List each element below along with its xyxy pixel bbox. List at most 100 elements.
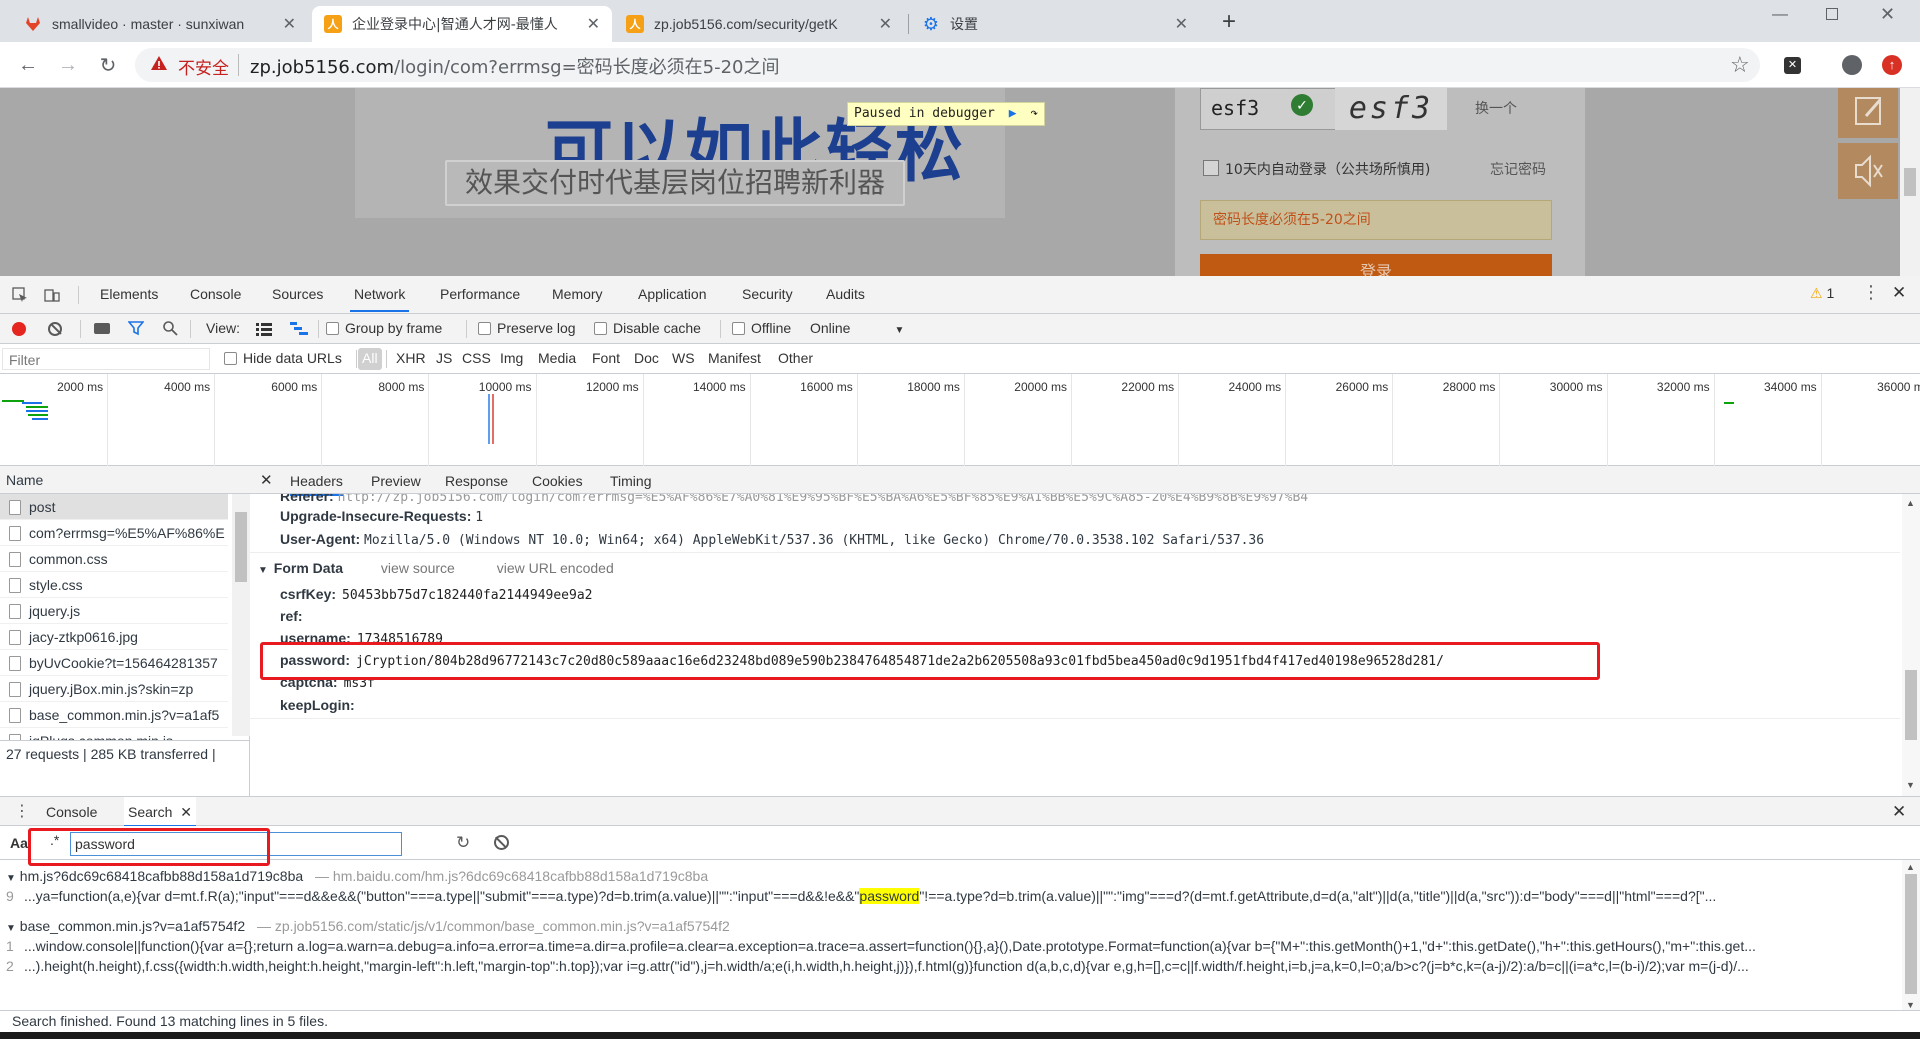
captcha-image[interactable]: esf3 xyxy=(1335,88,1447,130)
close-devtools-icon[interactable]: ✕ xyxy=(1892,283,1906,303)
offline-checkbox[interactable]: Offline xyxy=(732,320,791,336)
type-filter-all[interactable]: All xyxy=(358,348,382,370)
search-icon[interactable] xyxy=(162,320,178,339)
result-file-hm-js[interactable]: ▼ hm.js?6dc69c68418cafbb88d158a1d719c8ba… xyxy=(0,868,1900,884)
back-button[interactable]: ← xyxy=(14,52,42,78)
device-toolbar-icon[interactable] xyxy=(42,285,62,305)
type-filter-media[interactable]: Media xyxy=(538,350,576,366)
drawer-tab-search[interactable]: Search ✕ xyxy=(124,797,196,827)
type-filter-xhr[interactable]: XHR xyxy=(396,350,426,366)
type-filter-doc[interactable]: Doc xyxy=(634,350,659,366)
result-file-base-common[interactable]: ▼ base_common.min.js?v=a1af5754f2 — zp.j… xyxy=(0,918,1900,934)
reload-button[interactable]: ↻ xyxy=(94,52,122,78)
clear-search-icon[interactable] xyxy=(494,835,509,850)
request-row[interactable]: jquery.jBox.min.js?skin=zp xyxy=(0,676,228,702)
disable-cache-checkbox[interactable]: Disable cache xyxy=(594,320,701,336)
inspect-element-icon[interactable] xyxy=(10,285,30,305)
speaker-mute-icon[interactable] xyxy=(1838,143,1898,199)
search-results-scrollbar[interactable]: ▲ ▼ xyxy=(1902,860,1920,1021)
close-search-tab-icon[interactable]: ✕ xyxy=(180,804,192,820)
tab-timing[interactable]: Timing xyxy=(610,466,652,496)
tab-memory[interactable]: Memory xyxy=(548,276,607,312)
type-filter-font[interactable]: Font xyxy=(592,350,620,366)
record-icon[interactable] xyxy=(12,322,26,336)
group-by-frame-checkbox[interactable]: Group by frame xyxy=(326,320,442,336)
tab-response[interactable]: Response xyxy=(445,466,508,496)
request-list-scrollbar[interactable] xyxy=(232,494,250,736)
tab-security[interactable]: Security xyxy=(738,276,797,312)
tab-elements[interactable]: Elements xyxy=(96,276,162,312)
refresh-search-icon[interactable]: ↻ xyxy=(456,833,470,853)
drawer-tab-console[interactable]: Console xyxy=(46,797,97,827)
login-button[interactable]: 登录 xyxy=(1200,254,1552,276)
close-window-button[interactable]: ✕ xyxy=(1880,4,1895,25)
update-icon[interactable]: ↑ xyxy=(1882,55,1902,75)
screenshot-icon[interactable] xyxy=(94,323,110,334)
name-column-header[interactable]: Name xyxy=(0,466,250,494)
minimize-button[interactable]: — xyxy=(1772,6,1788,24)
type-filter-manifest[interactable]: Manifest xyxy=(708,350,761,366)
maximize-button[interactable] xyxy=(1826,8,1838,20)
close-tab-icon[interactable]: ✕ xyxy=(879,14,892,34)
drawer-menu-icon[interactable]: ⋮ xyxy=(14,801,30,821)
throttling-select[interactable]: Online ▼ xyxy=(810,320,904,336)
large-rows-icon[interactable] xyxy=(256,322,272,339)
browser-tab-security[interactable]: 人 zp.job5156.com/security/getK ✕ xyxy=(614,6,904,42)
match-case-toggle[interactable]: Aa xyxy=(10,835,28,851)
overview-waterfall-icon[interactable] xyxy=(290,322,308,339)
new-tab-button[interactable]: + xyxy=(1222,8,1236,36)
edit-icon[interactable] xyxy=(1838,88,1898,138)
detail-scrollbar[interactable]: ▲ ▼ xyxy=(1902,494,1920,796)
tab-headers[interactable]: Headers xyxy=(290,466,343,496)
resume-icon[interactable]: ▶︎ xyxy=(1009,106,1017,121)
type-filter-ws[interactable]: WS xyxy=(672,350,695,366)
close-tab-icon[interactable]: ✕ xyxy=(1175,14,1188,34)
form-data-section[interactable]: ▼ Form Data view source view URL encoded xyxy=(258,560,614,576)
request-row[interactable]: jqPlugs.common.min.js xyxy=(0,728,228,740)
close-tab-icon[interactable]: ✕ xyxy=(587,14,600,34)
filter-icon[interactable] xyxy=(127,320,145,339)
url-text[interactable]: zp.job5156.com/login/com?errmsg=密码长度必须在5… xyxy=(250,53,780,79)
filter-input[interactable]: Filter xyxy=(2,348,210,370)
type-filter-css[interactable]: CSS xyxy=(462,350,491,366)
tab-preview[interactable]: Preview xyxy=(371,466,421,496)
view-url-encoded-link[interactable]: view URL encoded xyxy=(497,560,614,576)
close-detail-icon[interactable]: ✕ xyxy=(260,466,273,496)
tab-cookies[interactable]: Cookies xyxy=(532,466,583,496)
forgot-password-link[interactable]: 忘记密码 xyxy=(1490,159,1546,179)
request-row[interactable]: jquery.js xyxy=(0,598,228,624)
insecure-label[interactable]: 不安全 xyxy=(178,54,229,79)
warning-counter[interactable]: ⚠ 1 xyxy=(1810,285,1834,302)
close-tab-icon[interactable]: ✕ xyxy=(283,14,296,34)
profile-avatar-icon[interactable] xyxy=(1842,55,1862,75)
result-line[interactable]: 9 ...ya=function(a,e){var d=mt.f.R(a);"in… xyxy=(0,888,1900,904)
request-row[interactable]: byUvCookie?t=156464281357 xyxy=(0,650,228,676)
request-row[interactable]: common.css xyxy=(0,546,228,572)
browser-tab-gitlab[interactable]: smallvideo · master · sunxiwan ✕ xyxy=(12,6,308,42)
request-row[interactable]: post xyxy=(0,494,228,520)
extension-icon[interactable]: ✕ xyxy=(1784,57,1801,74)
request-row[interactable]: com?errmsg=%E5%AF%86%E xyxy=(0,520,228,546)
more-options-icon[interactable]: ⋮ xyxy=(1862,282,1880,303)
type-filter-img[interactable]: Img xyxy=(500,350,523,366)
request-row[interactable]: jacy-ztkp0616.jpg xyxy=(0,624,228,650)
request-row[interactable]: base_common.min.js?v=a1af5 xyxy=(0,702,228,728)
tab-network[interactable]: Network xyxy=(350,276,410,312)
browser-tab-settings[interactable]: ⚙ 设置 ✕ xyxy=(910,6,1200,42)
type-filter-js[interactable]: JS xyxy=(436,350,452,366)
browser-tab-login[interactable]: 人 企业登录中心|智通人才网-最懂人 ✕ xyxy=(312,6,612,42)
tab-application[interactable]: Application xyxy=(634,276,711,312)
auto-login-checkbox[interactable] xyxy=(1203,160,1219,176)
page-scrollbar[interactable] xyxy=(1900,88,1920,276)
captcha-input[interactable]: esf3 xyxy=(1200,88,1348,130)
result-line[interactable]: 2 ...).height(h.height),f.css({width:h.wi… xyxy=(0,958,1900,974)
warning-icon[interactable] xyxy=(150,54,170,74)
step-over-icon[interactable]: ↷ xyxy=(1030,106,1038,121)
request-row[interactable]: style.css xyxy=(0,572,228,598)
captcha-refresh-link[interactable]: 换一个 xyxy=(1475,98,1517,118)
hide-data-urls-checkbox[interactable]: Hide data URLs xyxy=(224,350,342,366)
bookmark-star-icon[interactable]: ☆ xyxy=(1730,52,1750,78)
view-source-link[interactable]: view source xyxy=(381,560,455,576)
tab-audits[interactable]: Audits xyxy=(822,276,869,312)
result-line[interactable]: 1 ...window.console||function(){var a={};… xyxy=(0,938,1900,954)
